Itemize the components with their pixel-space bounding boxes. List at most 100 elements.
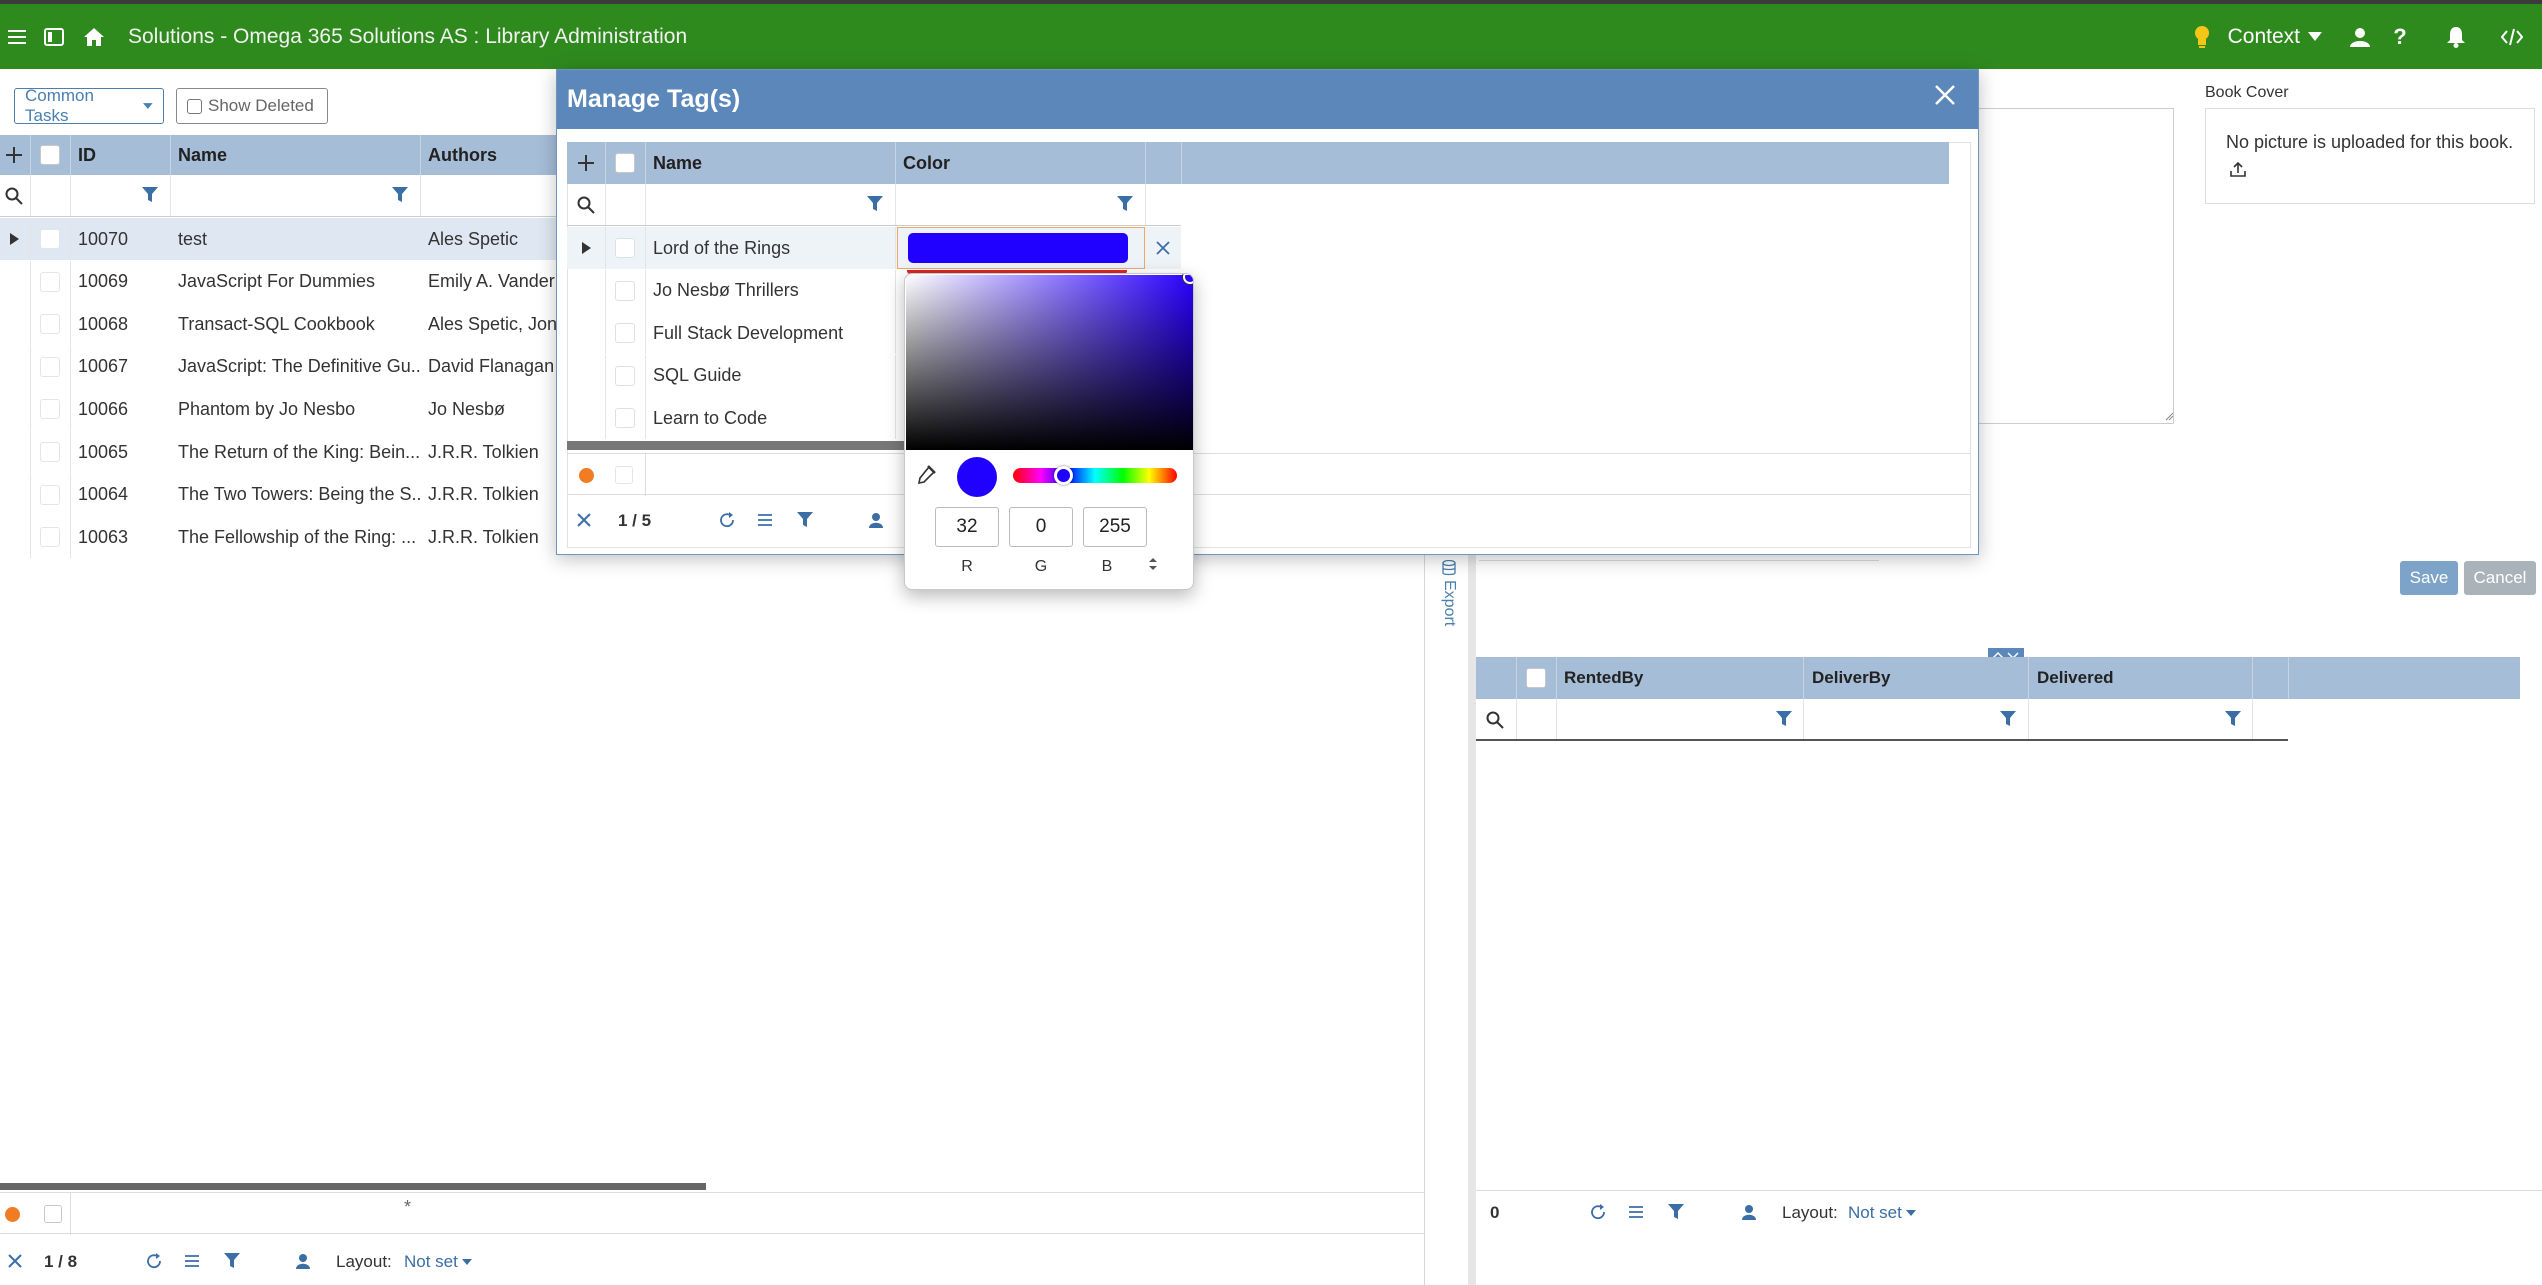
cell-id[interactable]: 10065	[70, 431, 170, 473]
cell-name[interactable]: JavaScript: The Definitive Gu...	[170, 346, 420, 388]
common-tasks-dropdown[interactable]: Common Tasks	[14, 86, 164, 125]
column-header-rentedby[interactable]: RentedBy	[1556, 657, 1780, 699]
cell-name[interactable]: The Two Towers: Being the S...	[170, 474, 420, 516]
row-checkbox[interactable]	[605, 355, 645, 397]
close-icon[interactable]	[1934, 84, 1964, 114]
column-header-delivered[interactable]: Delivered	[2029, 657, 2253, 699]
row-checkbox[interactable]	[30, 388, 70, 430]
home-icon[interactable]	[74, 17, 114, 57]
row-checkbox[interactable]	[30, 431, 70, 473]
hue-slider[interactable]	[1013, 468, 1177, 483]
filter-icon[interactable]	[224, 1253, 240, 1269]
cell-tag-name[interactable]: Jo Nesbø Thrillers	[645, 270, 895, 312]
saturation-handle[interactable]	[1183, 274, 1193, 284]
table-row[interactable]: 10065 The Return of the King: Bein... J.R.…	[0, 431, 560, 473]
filter-icon[interactable]	[867, 196, 883, 212]
refresh-icon[interactable]	[1590, 1204, 1606, 1220]
code-icon[interactable]	[2492, 17, 2532, 57]
column-header-deliverby[interactable]: DeliverBy	[1804, 657, 2028, 699]
eyedropper-icon[interactable]	[915, 464, 937, 486]
table-row[interactable]: 10063 The Fellowship of the Ring: ... J.R.…	[0, 516, 560, 559]
filter-icon[interactable]	[2000, 711, 2016, 727]
filter-icon[interactable]	[1117, 196, 1133, 212]
table-row[interactable]: 10068 Transact-SQL Cookbook Ales Spetic, J…	[0, 303, 560, 346]
context-dropdown[interactable]: Context	[2228, 25, 2322, 49]
cell-id[interactable]: 10068	[70, 303, 170, 345]
cell-tag-name[interactable]: SQL Guide	[645, 355, 895, 397]
row-checkbox[interactable]	[605, 270, 645, 312]
list-icon[interactable]	[1628, 1204, 1644, 1220]
breadcrumb[interactable]: Solutions - Omega 365 Solutions AS : Lib…	[128, 25, 687, 49]
green-input[interactable]: 0	[1009, 507, 1073, 547]
column-header-id[interactable]: ID	[70, 135, 170, 175]
color-swatch[interactable]	[908, 233, 1128, 263]
refresh-icon[interactable]	[146, 1253, 162, 1269]
select-all-checkbox[interactable]	[605, 142, 645, 184]
user-layout-icon[interactable]	[869, 512, 889, 528]
row-checkbox[interactable]	[605, 227, 645, 269]
row-checkbox[interactable]	[30, 474, 70, 516]
layout-dropdown[interactable]: Not set	[1848, 1203, 1916, 1223]
cell-name[interactable]: Phantom by Jo Nesbo	[170, 388, 420, 430]
cell-authors[interactable]: J.R.R. Tolkien	[420, 474, 560, 516]
description-textarea[interactable]	[1979, 108, 2174, 424]
color-editor[interactable]	[897, 227, 1145, 269]
cell-authors[interactable]: Jo Nesbø	[420, 388, 560, 430]
add-tag-icon[interactable]	[567, 142, 605, 184]
filter-icon[interactable]	[2225, 711, 2241, 727]
resize-handle-icon[interactable]	[2165, 412, 2174, 421]
select-all-checkbox[interactable]	[30, 135, 70, 175]
table-row[interactable]: Lord of the Rings	[567, 227, 1181, 269]
user-icon[interactable]	[2340, 17, 2380, 57]
row-checkbox[interactable]	[605, 397, 645, 439]
list-icon[interactable]	[757, 512, 773, 528]
cell-authors[interactable]: Emily A. Vander	[420, 261, 560, 303]
column-header-name[interactable]: Name	[645, 142, 895, 184]
cell-authors[interactable]: David Flanagan	[420, 346, 560, 388]
select-all-checkbox[interactable]	[1516, 657, 1556, 699]
table-row[interactable]: 10070 test Ales Spetic	[0, 218, 560, 260]
filter-icon[interactable]	[392, 187, 408, 203]
sidebar-toggle-icon[interactable]	[34, 17, 74, 57]
row-checkbox[interactable]	[30, 516, 70, 558]
column-header-authors[interactable]: Authors	[420, 135, 560, 175]
cell-authors[interactable]: Ales Spetic, Jona	[420, 303, 560, 345]
user-layout-icon[interactable]	[296, 1253, 316, 1269]
refresh-icon[interactable]	[719, 512, 735, 528]
cancel-button[interactable]: Cancel	[2464, 561, 2536, 595]
cell-id[interactable]: 10066	[70, 388, 170, 430]
row-checkbox[interactable]	[605, 312, 645, 354]
cell-id[interactable]: 10070	[70, 218, 170, 260]
horizontal-scrollbar[interactable]	[567, 441, 907, 450]
layout-dropdown[interactable]: Not set	[404, 1252, 472, 1272]
table-row[interactable]: 10064 The Two Towers: Being the S... J.R.R…	[0, 473, 560, 516]
splitter-handle[interactable]	[1468, 555, 1476, 1285]
horizontal-scrollbar[interactable]	[0, 1183, 706, 1190]
column-header-color[interactable]: Color	[895, 142, 1145, 184]
cell-authors[interactable]: J.R.R. Tolkien	[420, 516, 560, 558]
cell-tag-name[interactable]: Full Stack Development	[645, 312, 895, 354]
search-icon[interactable]	[1486, 711, 1504, 729]
hamburger-menu-icon[interactable]	[0, 17, 34, 57]
notifications-bell-icon[interactable]	[2436, 17, 2476, 57]
show-deleted-toggle[interactable]: Show Deleted	[176, 88, 328, 124]
upload-icon[interactable]	[2230, 161, 2246, 177]
close-icon[interactable]	[577, 513, 591, 527]
cell-authors[interactable]: J.R.R. Tolkien	[420, 431, 560, 473]
blue-input[interactable]: 255	[1083, 507, 1147, 547]
table-row[interactable]: 10069 JavaScript For Dummies Emily A. Vand…	[0, 260, 560, 303]
table-row[interactable]: 10067 JavaScript: The Definitive Gu... Dav…	[0, 345, 560, 388]
filter-icon[interactable]	[142, 187, 158, 203]
hue-slider-handle[interactable]	[1054, 466, 1073, 485]
filter-icon[interactable]	[1668, 1204, 1684, 1220]
cell-name[interactable]: The Return of the King: Bein...	[170, 431, 420, 473]
show-deleted-checkbox[interactable]	[187, 98, 202, 114]
cell-name[interactable]: The Fellowship of the Ring: ...	[170, 516, 420, 558]
cell-id[interactable]: 10067	[70, 346, 170, 388]
save-button[interactable]: Save	[2400, 561, 2458, 595]
row-checkbox[interactable]	[30, 346, 70, 388]
cell-authors[interactable]: Ales Spetic	[420, 218, 560, 260]
lightbulb-icon[interactable]	[2182, 17, 2222, 57]
row-checkbox[interactable]	[30, 218, 70, 260]
close-icon[interactable]	[8, 1254, 22, 1268]
